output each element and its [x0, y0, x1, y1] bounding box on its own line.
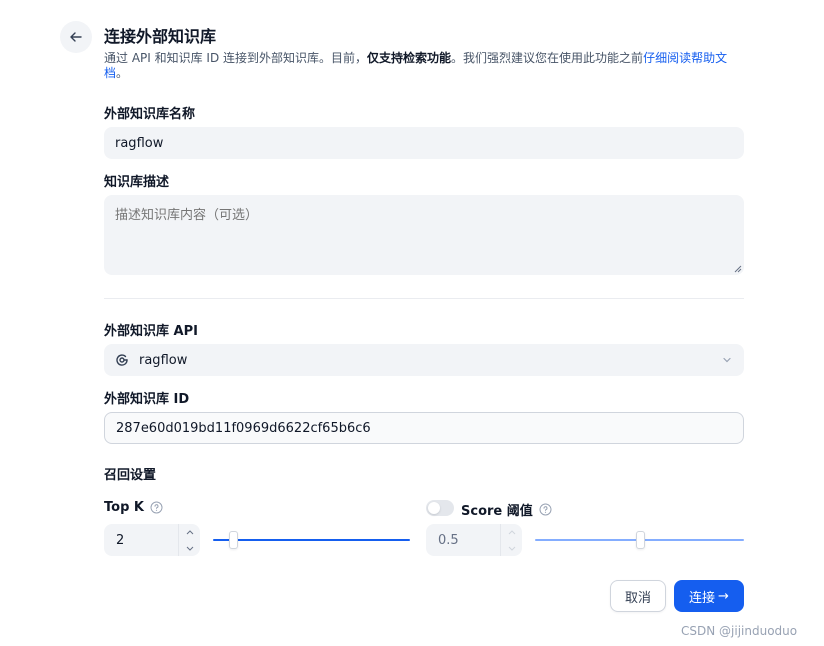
back-button[interactable]	[60, 21, 92, 53]
kb-name-label: 外部知识库名称	[104, 107, 196, 122]
score-threshold-label: Score 阈值	[461, 504, 533, 519]
page-description: 通过 API 和知识库 ID 连接到外部知识库。目前，仅支持检索功能。我们强烈建…	[104, 51, 728, 80]
kb-api-label: 外部知识库 API	[104, 324, 198, 339]
top-k-label: Top K	[104, 500, 144, 515]
kb-id-input[interactable]: 287e60d019bd11f0969d6622cf65b6c6	[104, 412, 744, 444]
help-circle-icon[interactable]	[150, 501, 163, 514]
chevron-down-icon	[186, 546, 193, 551]
resize-grip-icon[interactable]	[734, 265, 742, 273]
arrow-right-icon: →	[718, 588, 729, 604]
page-title: 连接外部知识库	[104, 27, 217, 46]
api-icon	[116, 354, 128, 366]
toggle-knob	[428, 502, 440, 514]
score-decrement[interactable]	[501, 540, 522, 556]
connect-button[interactable]: 连接 →	[674, 580, 744, 612]
kb-desc-label: 知识库描述	[104, 175, 170, 190]
kb-id-label: 外部知识库 ID	[104, 392, 190, 407]
section-divider	[104, 298, 744, 299]
top-k-slider-track[interactable]	[213, 539, 410, 541]
score-slider-thumb[interactable]	[635, 531, 645, 549]
score-stepper[interactable]	[500, 524, 522, 556]
help-circle-icon[interactable]	[539, 503, 552, 516]
score-increment[interactable]	[501, 524, 522, 540]
watermark: CSDN @jijinduoduo	[681, 624, 798, 638]
kb-api-select[interactable]: ragflow	[104, 344, 744, 376]
score-label-group: Score 阈值	[461, 500, 552, 519]
chevron-down-icon	[508, 546, 515, 551]
top-k-stepper[interactable]	[178, 524, 200, 556]
chevron-up-icon	[508, 529, 515, 534]
kb-desc-textarea[interactable]	[104, 195, 744, 275]
top-k-decrement[interactable]	[179, 540, 200, 556]
top-k-slider-thumb[interactable]	[228, 531, 238, 549]
cancel-button[interactable]: 取消	[610, 580, 666, 612]
retrieval-only-note: 仅支持检索功能	[367, 51, 452, 65]
kb-api-selected-value: ragflow	[139, 352, 188, 368]
top-k-label-group: Top K	[104, 500, 163, 515]
kb-name-input[interactable]: ragflow	[104, 127, 744, 159]
chevron-down-icon	[723, 357, 731, 363]
score-threshold-toggle[interactable]	[426, 500, 454, 516]
connect-external-kb-page: 连接外部知识库 通过 API 和知识库 ID 连接到外部知识库。目前，仅支持检索…	[0, 0, 824, 646]
top-k-increment[interactable]	[179, 524, 200, 540]
top-k-input[interactable]: 2	[104, 524, 200, 556]
chevron-up-icon	[186, 529, 193, 534]
retrieval-settings-label: 召回设置	[104, 468, 157, 483]
arrow-left-icon	[70, 32, 82, 42]
score-threshold-input[interactable]: 0.5	[426, 524, 522, 556]
